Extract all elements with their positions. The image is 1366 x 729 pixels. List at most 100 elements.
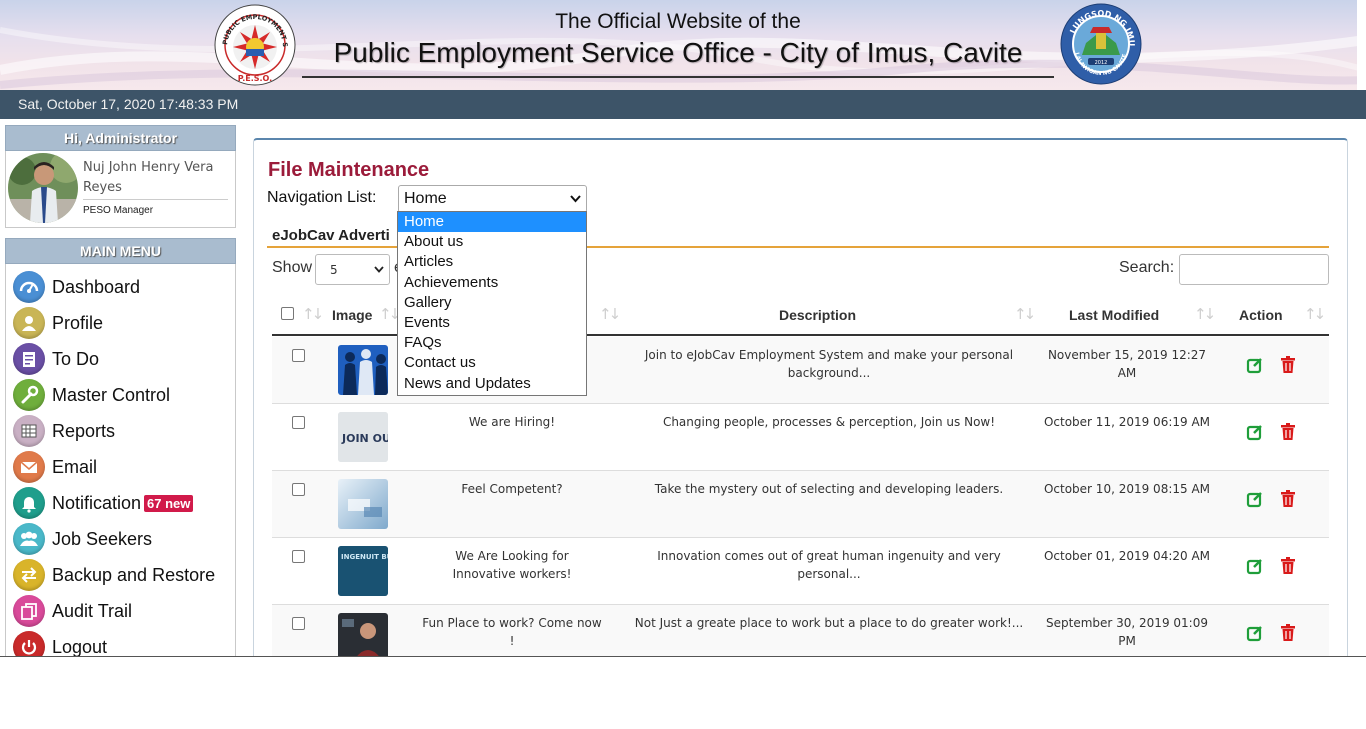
datetime-bar: Sat, October 17, 2020 17:48:33 PM <box>0 90 1366 119</box>
menu-item-email[interactable]: Email <box>6 449 235 485</box>
row-title: We Are Looking for Innovative workers! <box>452 549 572 581</box>
section-title: eJobCav Adverti <box>272 227 390 244</box>
show-label: Show <box>272 259 313 276</box>
row-last-modified: November 15, 2019 12:27 AM <box>1047 348 1207 380</box>
row-checkbox[interactable] <box>292 416 305 429</box>
row-last-modified: October 01, 2019 04:20 AM <box>1043 549 1211 563</box>
dropdown-option-home[interactable]: Home <box>398 212 586 233</box>
column-header-image[interactable]: Image <box>332 307 372 323</box>
dropdown-option-news-updates[interactable]: News and Updates <box>398 374 586 394</box>
delete-icon[interactable] <box>1280 624 1296 646</box>
sort-icon[interactable]: ↑↓ <box>302 305 324 323</box>
header-subtitle: The Official Website of the <box>555 10 801 33</box>
row-title: We are Hiring! <box>468 415 556 429</box>
row-checkbox[interactable] <box>292 617 305 630</box>
menu-item-audit-trail[interactable]: Audit Trail <box>6 593 235 629</box>
row-checkbox[interactable] <box>292 483 305 496</box>
email-icon <box>13 451 45 483</box>
dashboard-icon <box>13 271 45 303</box>
row-last-modified: October 10, 2019 08:15 AM <box>1043 482 1211 496</box>
imus-city-seal: LUNGSOD NG IMUS LALAWIGAN NG CAVITE 2012 <box>1057 0 1142 85</box>
sort-icon[interactable]: ↑↓ <box>599 305 621 323</box>
search-input[interactable] <box>1179 254 1329 285</box>
delete-icon[interactable] <box>1280 356 1296 378</box>
main-menu-heading: MAIN MENU <box>5 238 236 264</box>
menu-label: Email <box>52 456 98 477</box>
navigation-dropdown-list: Home About us Articles Achievements Gall… <box>397 211 587 396</box>
delete-icon[interactable] <box>1280 490 1296 512</box>
table-row: JOIN OU We are Hiring! Changing people, … <box>272 404 1329 471</box>
menu-item-master-control[interactable]: Master Control <box>6 377 235 413</box>
user-panel: Nuj John Henry Vera Reyes PESO Manager <box>5 151 236 228</box>
sort-icon[interactable]: ↑↓ <box>379 305 401 323</box>
delete-icon[interactable] <box>1280 557 1296 579</box>
edit-icon[interactable] <box>1246 423 1264 445</box>
row-thumbnail: JOIN OU <box>338 412 388 462</box>
row-checkbox[interactable] <box>292 550 305 563</box>
menu-item-profile[interactable]: Profile <box>6 305 235 341</box>
select-all-checkbox[interactable] <box>281 307 294 320</box>
edit-icon[interactable] <box>1246 356 1264 378</box>
edit-icon[interactable] <box>1246 624 1264 646</box>
row-description: Take the mystery out of selecting and de… <box>654 482 1004 496</box>
chevron-down-icon <box>570 195 581 203</box>
page-scrollbar[interactable] <box>1357 0 1366 90</box>
sort-icon[interactable]: ↑↓ <box>1194 305 1216 323</box>
row-description: Innovation comes out of great human inge… <box>657 549 1001 581</box>
header-title: Public Employment Service Office - City … <box>333 37 1023 68</box>
backup-icon <box>13 559 45 591</box>
edit-icon[interactable] <box>1246 557 1264 579</box>
site-header: PUBLIC EMPLOYMENT SERVICE OFFICE P.E.S.O… <box>0 0 1366 90</box>
page-title: File Maintenance <box>268 159 430 181</box>
dropdown-option-about-us[interactable]: About us <box>398 232 586 252</box>
dropdown-option-contact-us[interactable]: Contact us <box>398 353 586 373</box>
menu-item-reports[interactable]: Reports <box>6 413 235 449</box>
sidebar: Hi, Administrator Nuj John Henry Vera Re… <box>5 125 236 657</box>
main-menu: Dashboard Profile To Do Master Control R… <box>5 264 236 657</box>
menu-label: Notification <box>52 492 142 513</box>
menu-item-backup-restore[interactable]: Backup and Restore <box>6 557 235 593</box>
menu-item-logout[interactable]: Logout <box>6 629 235 657</box>
menu-item-todo[interactable]: To Do <box>6 341 235 377</box>
menu-label: Reports <box>52 420 116 441</box>
row-description: Changing people, processes & perception,… <box>662 415 996 429</box>
menu-label: Dashboard <box>52 276 141 297</box>
thumbnail-text: INGENUIT BUILDS CAREERS <box>341 553 388 561</box>
sort-icon[interactable]: ↑↓ <box>1014 305 1036 323</box>
chevron-down-icon <box>374 266 384 273</box>
browser-viewport: PUBLIC EMPLOYMENT SERVICE OFFICE P.E.S.O… <box>0 0 1366 657</box>
sort-icon[interactable]: ↑↓ <box>1304 305 1326 323</box>
navigation-list-select[interactable]: Home <box>398 185 587 213</box>
row-checkbox[interactable] <box>292 349 305 362</box>
menu-item-notification[interactable]: Notification 67 new <box>6 485 235 521</box>
row-thumbnail: INGENUIT BUILDS CAREERS <box>338 546 388 596</box>
navigation-selected-value: Home <box>404 190 447 207</box>
menu-item-dashboard[interactable]: Dashboard <box>6 269 235 305</box>
row-title: Fun Place to work? Come now ! <box>422 616 602 648</box>
dropdown-option-faqs[interactable]: FAQs <box>398 333 586 353</box>
header-divider <box>302 76 1054 78</box>
menu-label: Master Control <box>52 384 171 405</box>
column-header-last-modified[interactable]: Last Modified <box>1069 307 1159 323</box>
row-thumbnail <box>338 345 388 395</box>
edit-icon[interactable] <box>1246 490 1264 512</box>
column-header-description[interactable]: Description <box>779 307 856 323</box>
dropdown-option-gallery[interactable]: Gallery <box>398 293 586 313</box>
row-last-modified: September 30, 2019 01:09 PM <box>1046 616 1208 648</box>
menu-label: Backup and Restore <box>52 564 216 585</box>
row-description: Not Just a greate place to work but a pl… <box>634 616 1024 630</box>
dropdown-option-articles[interactable]: Articles <box>398 252 586 272</box>
dropdown-option-achievements[interactable]: Achievements <box>398 273 586 293</box>
user-divider <box>83 199 228 200</box>
power-icon <box>13 631 45 657</box>
entries-per-page-select[interactable]: 5 <box>315 254 390 285</box>
menu-item-job-seekers[interactable]: Job Seekers <box>6 521 235 557</box>
table-row: Fun Place to work? Come now ! Not Just a… <box>272 605 1329 657</box>
user-role: PESO Manager <box>83 205 154 216</box>
bell-icon <box>13 487 45 519</box>
dropdown-option-events[interactable]: Events <box>398 313 586 333</box>
notification-count-badge: 67 new <box>144 494 194 512</box>
row-thumbnail <box>338 479 388 529</box>
audit-icon <box>13 595 45 627</box>
delete-icon[interactable] <box>1280 423 1296 445</box>
